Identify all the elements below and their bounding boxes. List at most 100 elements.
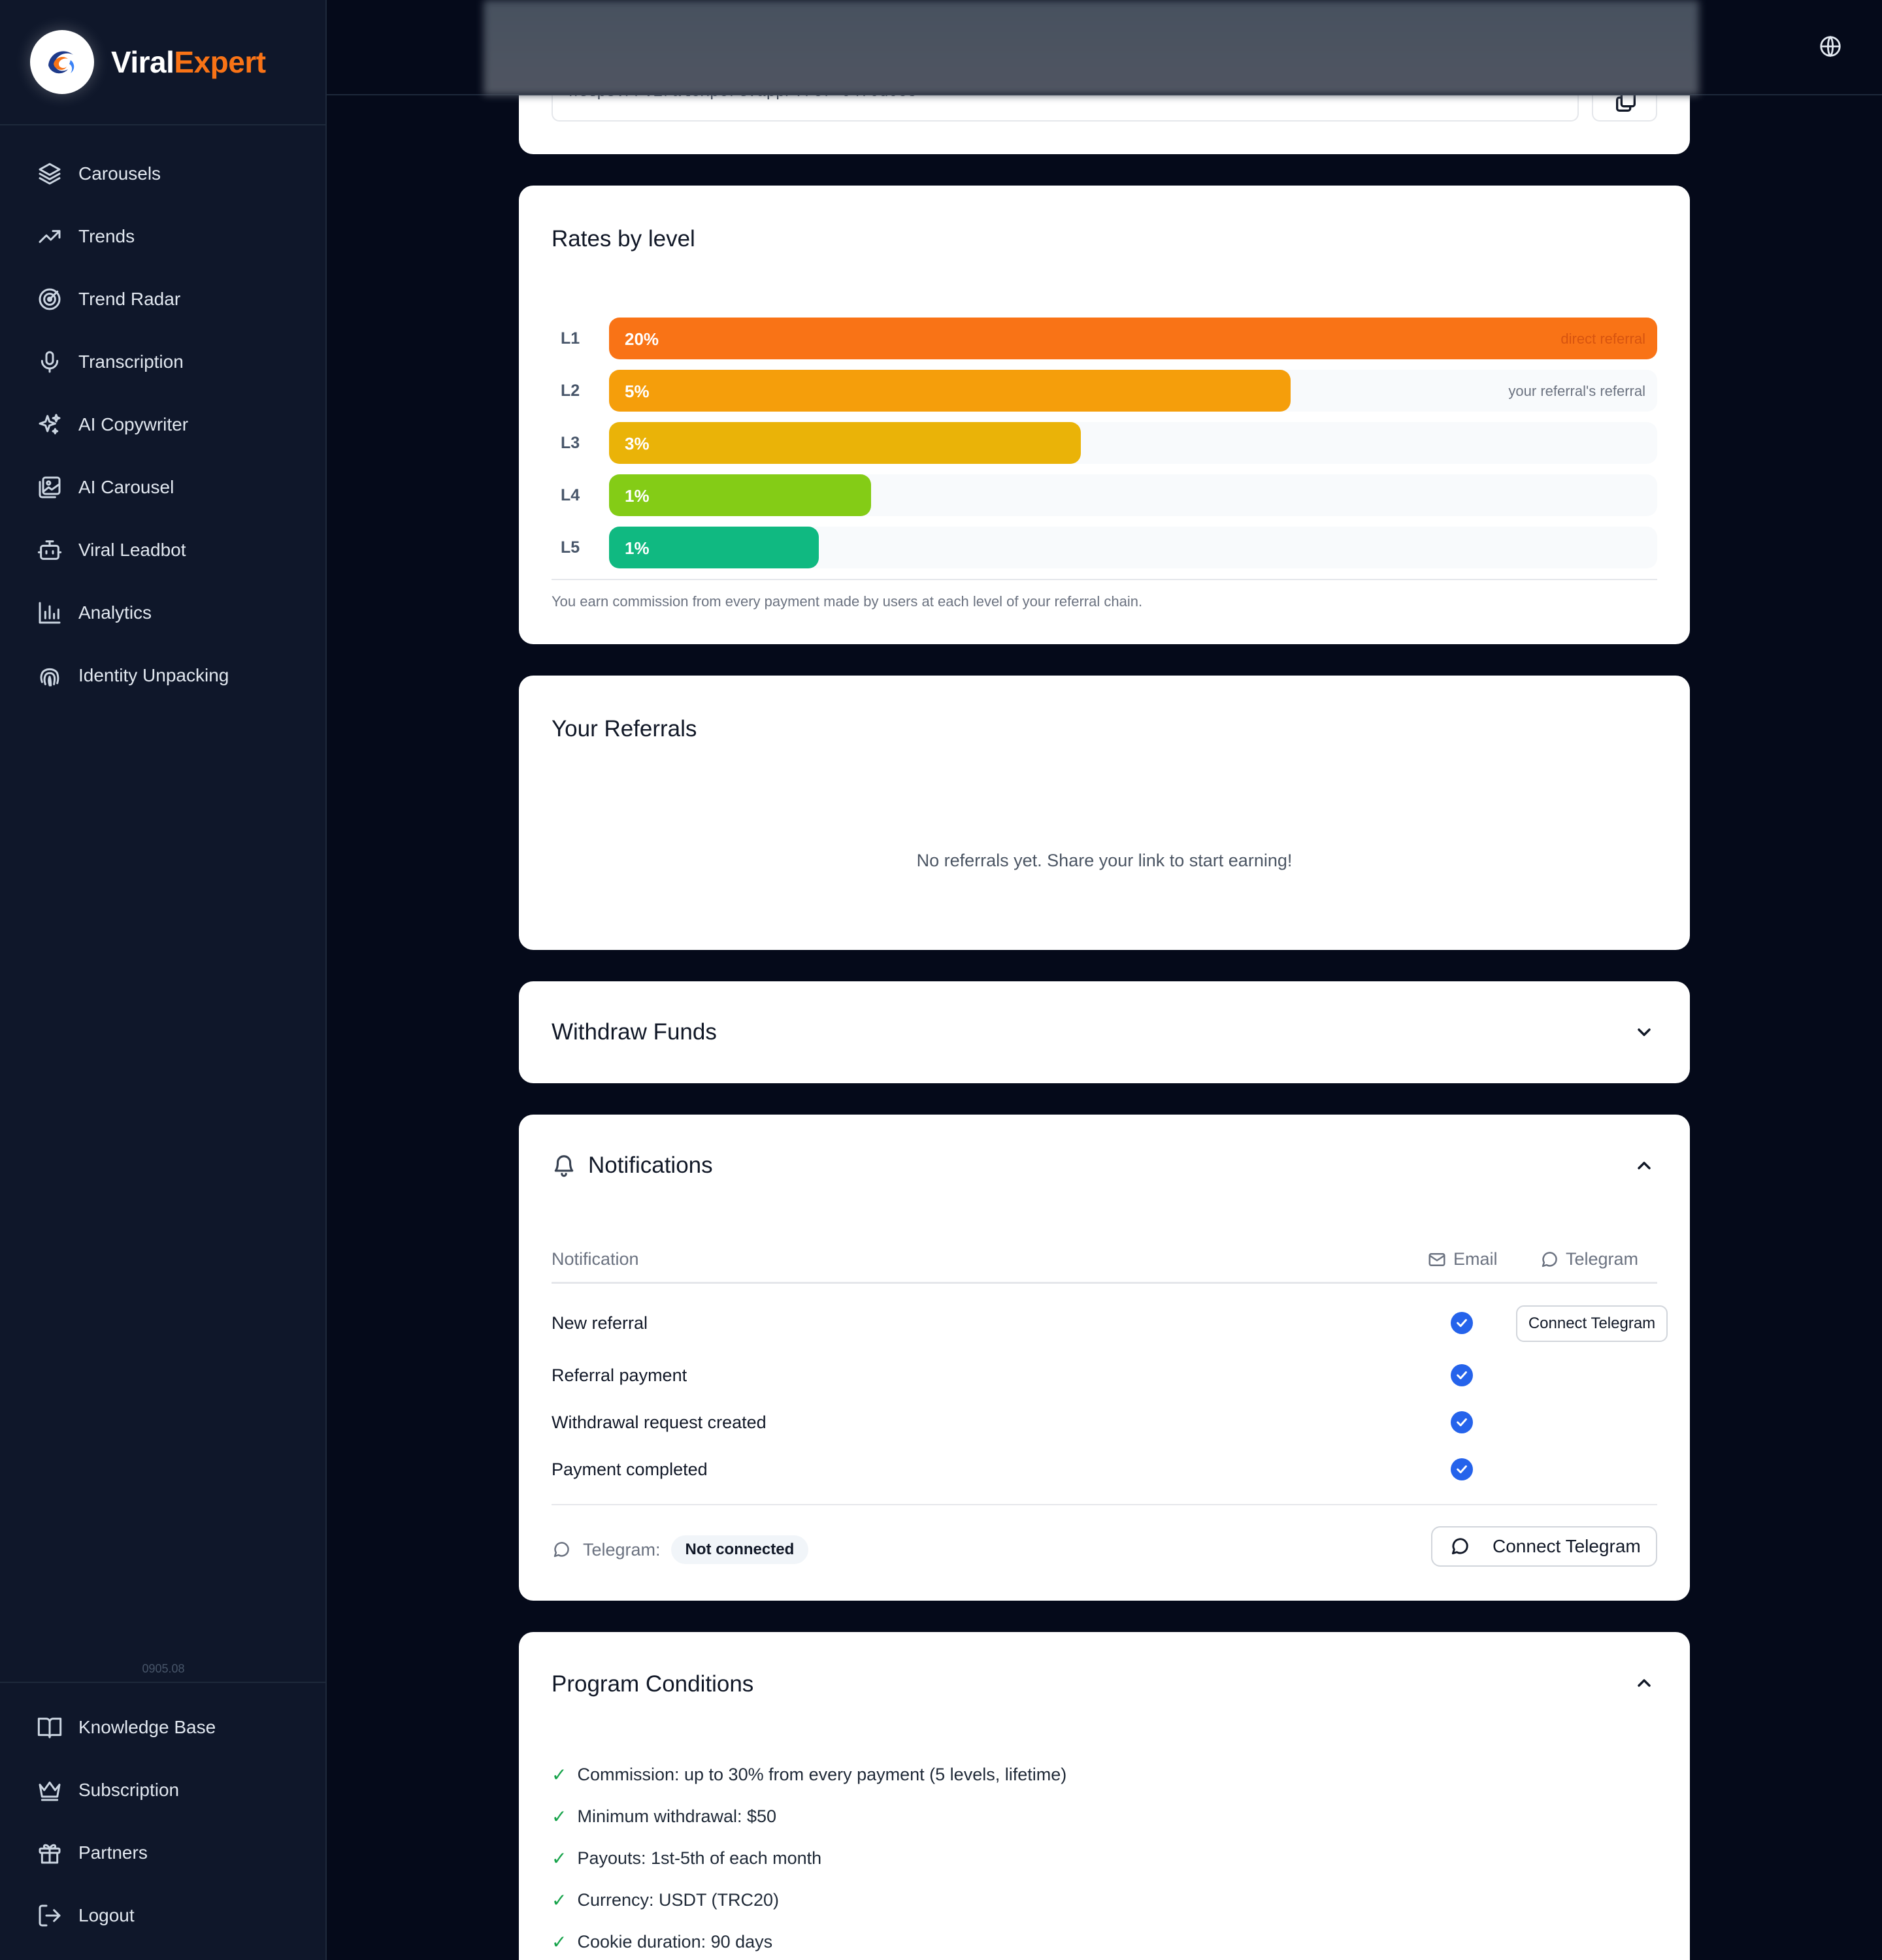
sidebar-item-label: Analytics	[78, 602, 152, 623]
sidebar-item-trends[interactable]: Trends	[0, 205, 325, 268]
connect-telegram-label: Connect Telegram	[1493, 1536, 1641, 1556]
sidebar-item-ai-carousel[interactable]: AI Carousel	[0, 456, 325, 519]
check-icon	[1457, 1465, 1467, 1474]
referral-link-input[interactable]: https://viralexpert.app/?ref=0470d0c8	[552, 91, 1579, 122]
column-header-notification: Notification	[552, 1249, 639, 1269]
sidebar-item-subscription[interactable]: Subscription	[0, 1759, 327, 1821]
images-icon	[39, 476, 61, 498]
notifications-card: Notifications Notification Email Telegra…	[519, 1115, 1690, 1601]
rate-track: 5% your referral's referral	[609, 370, 1657, 412]
check-icon: ✓	[552, 1806, 567, 1827]
email-checkbox[interactable]	[1451, 1312, 1473, 1334]
notification-row-label: Payment completed	[552, 1460, 708, 1479]
referrals-title: Your Referrals	[552, 716, 697, 742]
rate-percent: 1%	[625, 538, 650, 558]
brand[interactable]: ViralExpert	[0, 0, 325, 125]
collapse-button[interactable]	[1634, 1155, 1655, 1176]
divider	[552, 1504, 1657, 1505]
sidebar-item-label: Partners	[78, 1842, 148, 1863]
check-icon: ✓	[552, 1765, 567, 1785]
logout-icon	[39, 1904, 61, 1927]
withdraw-title: Withdraw Funds	[552, 1019, 717, 1045]
check-icon: ✓	[552, 1932, 567, 1952]
expand-button[interactable]	[1634, 1022, 1655, 1043]
check-icon	[1457, 1371, 1467, 1380]
check-icon	[1457, 1318, 1467, 1328]
book-icon	[37, 1718, 62, 1739]
collapse-button[interactable]	[1634, 1673, 1655, 1693]
rate-row-l3: L3 3%	[552, 422, 1657, 464]
withdraw-card[interactable]: Withdraw Funds	[519, 981, 1690, 1083]
fingerprint-icon	[40, 668, 59, 687]
rate-track: 1%	[609, 527, 1657, 568]
program-title: Program Conditions	[552, 1671, 754, 1697]
rate-track: 20% direct referral	[609, 318, 1657, 359]
email-checkbox[interactable]	[1451, 1411, 1473, 1433]
rate-bar: 1%	[609, 527, 819, 568]
sidebar-item-label: Knowledge Base	[78, 1717, 216, 1737]
rate-row-l5: L5 1%	[552, 527, 1657, 568]
check-icon	[1457, 1418, 1467, 1427]
condition-item: ✓ Cookie duration: 90 days	[552, 1932, 773, 1952]
referrals-empty-state: No referrals yet. Share your link to sta…	[916, 851, 1293, 870]
chevron-up-icon	[1638, 1162, 1651, 1169]
condition-item: ✓ Commission: up to 30% from every paymen…	[552, 1765, 1067, 1785]
chat-icon	[1542, 1251, 1557, 1267]
copy-link-button[interactable]	[1592, 91, 1657, 122]
crown-icon	[39, 1781, 61, 1801]
sidebar-item-trend-radar[interactable]: Trend Radar	[0, 268, 325, 331]
column-header-telegram: Telegram	[1540, 1249, 1638, 1269]
layers-icon	[39, 163, 61, 185]
sidebar-item-ai-copywriter[interactable]: AI Copywriter	[0, 393, 325, 456]
connect-telegram-button[interactable]: Connect Telegram	[1431, 1526, 1657, 1567]
rate-percent: 20%	[625, 329, 659, 349]
bot-icon	[37, 540, 62, 560]
sidebar-item-label: Trends	[78, 226, 135, 246]
rate-bar: 1%	[609, 474, 871, 516]
mail-icon	[1428, 1252, 1445, 1266]
rate-track: 3%	[609, 422, 1657, 464]
email-checkbox[interactable]	[1451, 1458, 1473, 1480]
sidebar-item-label: Viral Leadbot	[78, 540, 186, 560]
sidebar-item-logout[interactable]: Logout	[0, 1884, 327, 1947]
trending-up-icon	[39, 230, 61, 243]
status-badge: Not connected	[670, 1535, 809, 1564]
sidebar-item-identity-unpacking[interactable]: Identity Unpacking	[0, 644, 325, 707]
rate-level-label: L3	[561, 434, 580, 452]
chat-icon	[1451, 1538, 1468, 1555]
row-connect-telegram-button[interactable]: Connect Telegram	[1516, 1305, 1668, 1342]
chat-icon	[553, 1542, 569, 1558]
sidebar-item-label: Carousels	[78, 163, 161, 184]
bar-chart-icon	[39, 602, 61, 624]
sidebar-item-label: Transcription	[78, 351, 184, 372]
sidebar-item-carousels[interactable]: Carousels	[0, 142, 325, 205]
radar-icon	[39, 288, 61, 310]
globe-icon	[1820, 35, 1841, 57]
email-checkbox[interactable]	[1451, 1364, 1473, 1386]
rate-bar: 20%	[609, 318, 1657, 359]
rate-bar: 5%	[609, 370, 1291, 412]
rate-row-l1: L1 20% direct referral	[552, 318, 1657, 359]
sidebar-item-analytics[interactable]: Analytics	[0, 581, 325, 644]
check-icon: ✓	[552, 1848, 567, 1869]
rate-track: 1%	[609, 474, 1657, 516]
rates-title: Rates by level	[552, 226, 695, 252]
rates-card: Rates by level L1 20% direct referral L2…	[519, 186, 1690, 644]
sidebar-item-label: AI Carousel	[78, 477, 174, 497]
sidebar-item-label: Logout	[78, 1905, 135, 1925]
sidebar-item-knowledge-base[interactable]: Knowledge Base	[0, 1696, 327, 1759]
sidebar-item-viral-leadbot[interactable]: Viral Leadbot	[0, 519, 325, 581]
rate-level-label: L4	[561, 486, 580, 504]
rate-percent: 1%	[625, 486, 650, 506]
telegram-status: Telegram: Not connected	[552, 1535, 809, 1564]
notification-row-label: Withdrawal request created	[552, 1413, 767, 1432]
notifications-title: Notifications	[588, 1152, 713, 1178]
rate-row-l4: L4 1%	[552, 474, 1657, 516]
sidebar-item-partners[interactable]: Partners	[0, 1821, 327, 1884]
sidebar-item-label: AI Copywriter	[78, 414, 189, 434]
referrals-card: Your Referrals No referrals yet. Share y…	[519, 676, 1690, 950]
blurred-header-overlay	[484, 0, 1699, 95]
notifications-header: Notifications	[552, 1152, 713, 1179]
language-button[interactable]	[1818, 34, 1843, 59]
sidebar-item-transcription[interactable]: Transcription	[0, 331, 325, 393]
